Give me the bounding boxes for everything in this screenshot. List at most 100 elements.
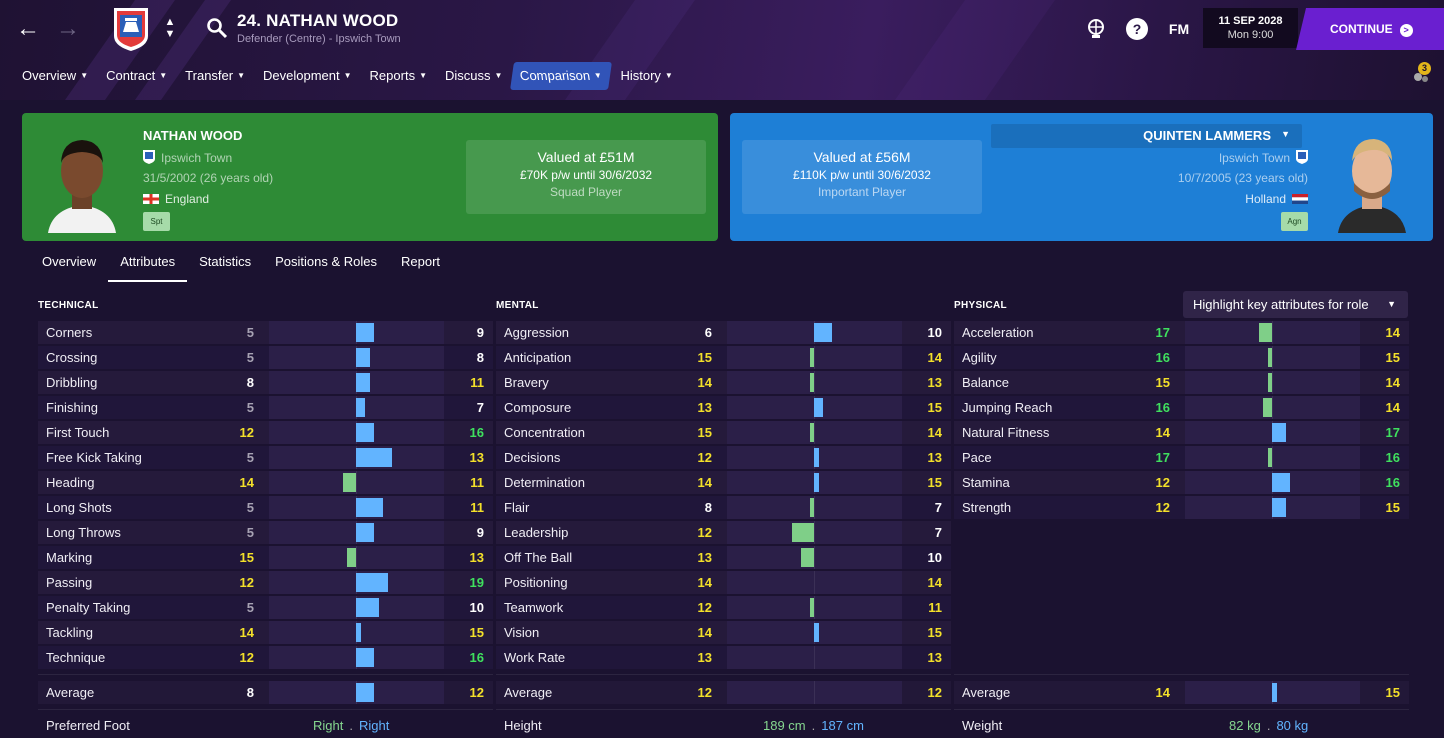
bar-midline [814,596,815,619]
club-crest-icon[interactable] [112,6,150,52]
value-left: 16 [1155,400,1170,415]
tab-overview[interactable]: Overview [30,248,108,282]
player-photo-right [1330,123,1414,233]
personality-tag-right: Agn [1281,212,1308,231]
forward-arrow-icon[interactable]: → [53,14,83,44]
comparison-bar [727,521,902,544]
value-text: Valued at £56M [813,149,911,165]
attribute-label: Acceleration [962,325,1034,340]
attribute-label: Jumping Reach [962,400,1053,415]
club-crest-small-icon [1296,150,1308,164]
fm-menu-button[interactable]: FM [1166,18,1192,40]
comparison-bar [269,471,444,494]
footer-separator: . [1266,718,1271,733]
attribute-row: Technique 12 16 [38,645,493,670]
attribute-label: Determination [504,475,585,490]
attribute-row: Tackling 14 15 [38,620,493,645]
nav-label: History [620,68,661,83]
player-club-right[interactable]: Ipswich Town [1219,150,1308,165]
tab-attributes[interactable]: Attributes [108,248,188,282]
value-right: 13 [469,550,484,565]
bar-fill-left [791,523,814,542]
player-card-right: Valued at £56M £110K p/w until 30/6/2032… [730,113,1433,241]
value-right: 14 [1385,325,1400,340]
continue-button[interactable]: CONTINUE > [1296,8,1444,50]
attribute-row: Aggression 6 10 [496,320,951,345]
notifications-icon[interactable]: 3 [1410,62,1432,86]
nav-item-wrap: Discuss ▼ [445,68,502,83]
trophy-icon[interactable] [1085,17,1107,39]
bar-fill-right [356,623,361,642]
nav-label: Comparison [519,68,592,83]
footer-value-right: 80 kg [1276,718,1309,733]
divider [954,674,1409,675]
value-left: 12 [697,685,712,700]
empty-row [954,595,1409,620]
comparison-bar [727,396,902,419]
average-row: Average 14 15 [954,680,1409,705]
comparison-bar [1185,446,1360,469]
attribute-label: Heading [46,475,95,490]
nav-discuss[interactable]: Discuss ▼ [437,62,510,90]
attribute-row: Natural Fitness 14 17 [954,420,1409,445]
value-right: 17 [1385,425,1400,440]
comparison-bar [727,546,902,569]
bar-midline [814,421,815,444]
bar-fill-left [1258,323,1272,342]
chevron-down-icon: ▼ [419,71,427,80]
search-icon[interactable] [206,17,228,39]
bar-fill-right [1272,423,1286,442]
attribute-row: Flair 8 7 [496,495,951,520]
attribute-row: Positioning 14 14 [496,570,951,595]
tab-statistics[interactable]: Statistics [187,248,263,282]
value-right: 15 [469,625,484,640]
attribute-label: Decisions [504,450,561,465]
value-right: 15 [927,625,942,640]
footer-value-left: 189 cm [763,718,806,733]
nav-overview[interactable]: Overview ▼ [14,62,96,90]
nav-transfer[interactable]: Transfer ▼ [177,62,253,90]
attribute-label: Flair [504,500,530,515]
tab-report[interactable]: Report [389,248,452,282]
player-club-left[interactable]: Ipswich Town [143,150,232,165]
back-arrow-icon[interactable]: ← [13,14,43,44]
player-nation-left[interactable]: England [143,192,209,206]
nav-history[interactable]: History ▼ [612,62,680,90]
value-right: 12 [927,685,942,700]
bar-fill-left [809,498,814,517]
comparison-bar [269,371,444,394]
average-row: Average 8 12 [38,680,493,705]
value-left: 12 [1155,500,1170,515]
comparison-bar [727,471,902,494]
attribute-row: Marking 15 13 [38,545,493,570]
value-right: 14 [1385,375,1400,390]
attribute-label: Average [46,685,95,700]
nav-reports[interactable]: Reports ▼ [362,62,435,90]
value-right: 15 [927,475,942,490]
footer-value-right: 187 cm [821,718,864,733]
tab-positions-roles[interactable]: Positions & Roles [263,248,389,282]
player-nation-right[interactable]: Holland [1245,192,1308,206]
nav-comparison[interactable]: Comparison ▼ [510,62,613,90]
footer-label: Height [504,718,542,733]
bar-midline [814,521,815,544]
bar-fill-right [814,448,819,467]
compare-player-select[interactable]: QUINTEN LAMMERS ▼ [991,124,1302,148]
empty-row [954,645,1409,670]
nav-item-wrap: Development ▼ [263,68,352,83]
attribute-label: Natural Fitness [962,425,1050,440]
attribute-row: Stamina 12 16 [954,470,1409,495]
attribute-label: Dribbling [46,375,98,390]
value-box-left: Valued at £51M £70K p/w until 30/6/2032 … [466,140,706,214]
value-left: 15 [697,425,712,440]
help-icon[interactable]: ? [1126,18,1148,40]
empty-row [954,570,1409,595]
player-switch-icon[interactable]: ▲ ▼ [162,16,178,40]
time-text: Mon 9:00 [1227,29,1274,41]
nav-development[interactable]: Development ▼ [255,62,360,90]
nav-contract[interactable]: Contract ▼ [98,62,175,90]
value-left: 5 [246,600,254,615]
comparison-bar [727,646,902,669]
chevron-down-icon: ▼ [593,71,604,80]
footer-separator: . [811,718,816,733]
